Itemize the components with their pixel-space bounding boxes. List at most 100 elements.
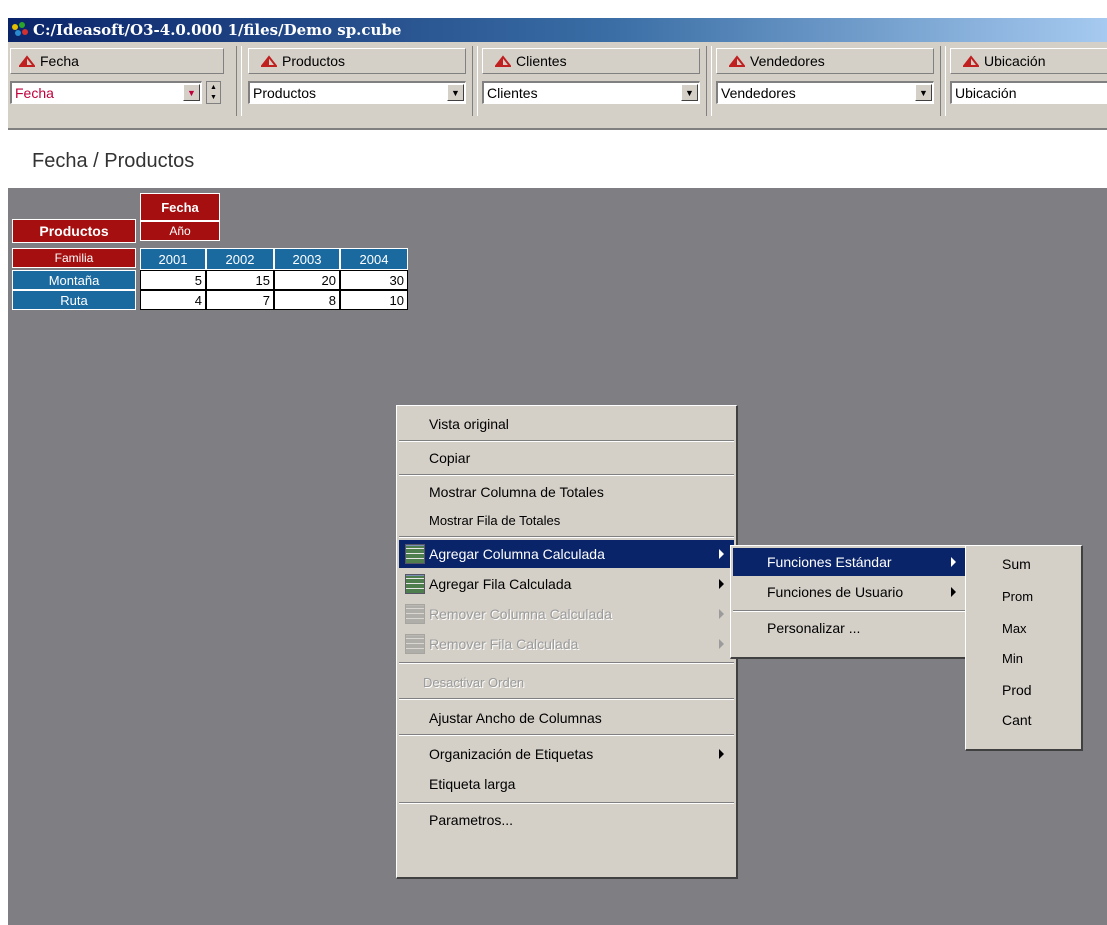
separator[interactable] (472, 46, 478, 116)
column-header[interactable]: 2004 (340, 248, 408, 270)
menu-item-label: Vista original (429, 416, 509, 432)
dimension-button-label: Vendedores (750, 53, 825, 69)
menu-item-sum[interactable]: Sum (968, 550, 1079, 578)
spin-up-icon[interactable]: ▲ (210, 84, 217, 91)
column-dimension-header[interactable]: Fecha (140, 193, 220, 221)
submenu-calculated-column: Funciones Estándar Funciones de Usuario … (730, 545, 970, 659)
table-cell[interactable]: 5 (140, 270, 206, 290)
triangle-icon (729, 55, 745, 67)
dimension-clientes: Clientes Clientes ▼ (482, 48, 700, 122)
app-icon (12, 22, 30, 38)
table-cell[interactable]: 10 (340, 290, 408, 310)
dimension-button-productos[interactable]: Productos (248, 48, 466, 74)
dropdown-arrow-icon[interactable]: ▼ (915, 84, 932, 101)
separator[interactable] (706, 46, 712, 116)
dimension-button-clientes[interactable]: Clientes (482, 48, 700, 74)
dimension-select-vendedores[interactable]: Vendedores ▼ (716, 81, 934, 104)
title-bar[interactable]: C:/Ideasoft/O3-4.0.000 1/files/Demo sp.c… (8, 18, 1107, 42)
dimension-select-value: Clientes (487, 85, 538, 101)
menu-item-label: Personalizar ... (767, 620, 861, 636)
menu-item-vista-original[interactable]: Vista original (399, 410, 734, 438)
spin-buttons[interactable]: ▲ ▼ (206, 81, 221, 104)
context-menu: Vista original Copiar Mostrar Columna de… (396, 405, 738, 879)
app-window: C:/Ideasoft/O3-4.0.000 1/files/Demo sp.c… (8, 18, 1107, 925)
pivot-canvas[interactable]: Fecha Año Productos Familia 2001 2002 20… (8, 188, 1107, 925)
submenu-arrow-icon (719, 579, 724, 589)
table-cell[interactable]: 15 (206, 270, 274, 290)
dropdown-arrow-icon[interactable]: ▼ (681, 84, 698, 101)
menu-item-copiar[interactable]: Copiar (399, 444, 734, 472)
submenu-arrow-icon (951, 587, 956, 597)
menu-item-label: Min (1002, 650, 1023, 666)
menu-separator (399, 474, 734, 476)
menu-item-mostrar-columna-totales[interactable]: Mostrar Columna de Totales (399, 478, 734, 506)
menu-item-label: Funciones Estándar (767, 554, 892, 570)
menu-separator (733, 610, 966, 612)
column-level-header[interactable]: Año (140, 221, 220, 241)
spin-down-icon[interactable]: ▼ (210, 94, 217, 101)
menu-item-personalizar[interactable]: Personalizar ... (733, 614, 966, 642)
dimension-button-fecha[interactable]: Fecha (10, 48, 224, 74)
menu-item-cant[interactable]: Cant (968, 706, 1079, 734)
dimension-select-fecha[interactable]: Fecha ▼ (10, 81, 202, 104)
menu-item-agregar-fila-calculada[interactable]: Agregar Fila Calculada (399, 570, 734, 598)
dimension-select-clientes[interactable]: Clientes ▼ (482, 81, 700, 104)
menu-item-label: Cant (1002, 712, 1032, 728)
menu-item-funciones-estandar[interactable]: Funciones Estándar (733, 548, 966, 576)
row-dimension-header[interactable]: Productos (12, 219, 136, 243)
menu-item-prod[interactable]: Prod (968, 676, 1079, 704)
calculated-column-icon (405, 544, 425, 564)
view-header: Fecha / Productos (8, 130, 1107, 188)
table-cell[interactable]: 8 (274, 290, 340, 310)
menu-item-label: Prom (1002, 588, 1034, 604)
column-header[interactable]: 2002 (206, 248, 274, 270)
dropdown-arrow-icon[interactable]: ▼ (183, 84, 200, 101)
menu-item-ajustar-ancho[interactable]: Ajustar Ancho de Columnas (399, 704, 734, 732)
dimension-button-vendedores[interactable]: Vendedores (716, 48, 934, 74)
dropdown-arrow-icon[interactable]: ▼ (447, 84, 464, 101)
triangle-icon (963, 55, 979, 67)
separator[interactable] (940, 46, 946, 116)
row-header[interactable]: Montaña (12, 270, 136, 290)
table-cell[interactable]: 30 (340, 270, 408, 290)
menu-item-organizacion-etiquetas[interactable]: Organización de Etiquetas (399, 740, 734, 768)
table-cell[interactable]: 4 (140, 290, 206, 310)
menu-separator (399, 734, 734, 736)
calculated-row-icon (405, 574, 425, 594)
menu-item-min[interactable]: Min (968, 644, 1079, 672)
dimension-select-value: Fecha (15, 85, 54, 101)
triangle-icon (261, 55, 277, 67)
dimension-vendedores: Vendedores Vendedores ▼ (716, 48, 934, 122)
menu-item-agregar-columna-calculada[interactable]: Agregar Columna Calculada (399, 540, 734, 568)
dimension-button-label: Ubicación (984, 53, 1046, 69)
menu-item-label: Remover Columna Calculada (429, 606, 612, 622)
remove-row-icon (405, 634, 425, 654)
submenu-arrow-icon (719, 609, 724, 619)
menu-item-label: Parametros... (429, 812, 514, 828)
menu-item-max[interactable]: Max (968, 614, 1079, 642)
menu-item-label: Sum (1002, 556, 1031, 572)
dimension-select-ubicacion[interactable]: Ubicación (950, 81, 1107, 104)
menu-item-etiqueta-larga[interactable]: Etiqueta larga (399, 770, 734, 798)
dimension-productos: Productos Productos ▼ (248, 48, 466, 122)
separator[interactable] (236, 46, 242, 116)
row-level-header[interactable]: Familia (12, 248, 136, 268)
dimension-select-productos[interactable]: Productos ▼ (248, 81, 466, 104)
column-header[interactable]: 2003 (274, 248, 340, 270)
dimension-button-ubicacion[interactable]: Ubicación (950, 48, 1107, 74)
row-header[interactable]: Ruta (12, 290, 136, 310)
dimension-bar: Fecha Fecha ▼ ▲▼ Productos Productos ▼ (8, 42, 1107, 130)
column-header[interactable]: 2001 (140, 248, 206, 270)
menu-item-prom[interactable]: Prom (968, 582, 1079, 610)
dimension-button-label: Fecha (40, 53, 79, 69)
menu-separator (399, 440, 734, 442)
menu-item-funciones-usuario[interactable]: Funciones de Usuario (733, 578, 966, 606)
menu-item-parametros[interactable]: Parametros... (399, 806, 734, 834)
view-title: Fecha / Productos (32, 150, 195, 172)
table-cell[interactable]: 7 (206, 290, 274, 310)
dimension-ubicacion: Ubicación Ubicación (950, 48, 1107, 122)
remove-column-icon (405, 604, 425, 624)
menu-item-mostrar-fila-totales[interactable]: Mostrar Fila de Totales (399, 506, 734, 534)
submenu-arrow-icon (951, 557, 956, 567)
table-cell[interactable]: 20 (274, 270, 340, 290)
